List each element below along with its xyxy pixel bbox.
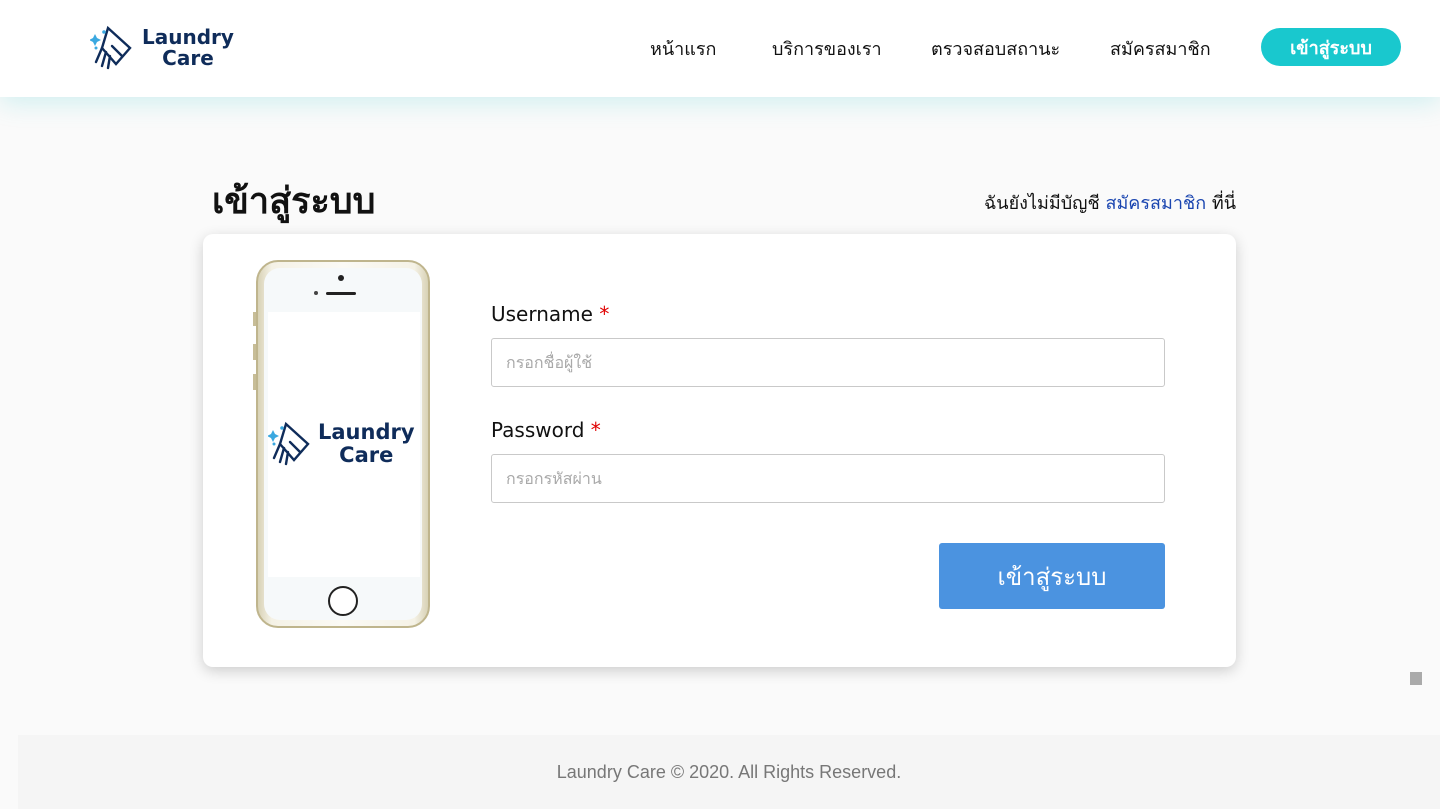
login-card: Laundry Care Username * Password * เข้าส…	[203, 234, 1236, 667]
register-hint: ฉันยังไม่มีบัญชี สมัครสมาชิก ที่นี่	[984, 188, 1236, 217]
nav-link-check-status[interactable]: ตรวจสอบสถานะ	[931, 34, 1060, 63]
phone-camera	[338, 275, 344, 281]
phone-side-button	[253, 344, 256, 360]
password-label-text: Password	[491, 418, 585, 442]
nav-link-services[interactable]: บริการของเรา	[772, 34, 882, 63]
username-input[interactable]	[491, 338, 1165, 387]
phone-home-button	[328, 586, 358, 616]
login-form: Username * Password *	[491, 302, 1165, 503]
phone-screen-logo: Laundry Care	[267, 417, 420, 471]
phone-side-button	[253, 312, 256, 326]
username-label: Username *	[491, 302, 1165, 326]
register-suffix: ที่นี่	[1211, 193, 1236, 214]
scroll-to-top-handle[interactable]	[1410, 672, 1422, 685]
password-label: Password *	[491, 418, 1165, 442]
phone-brand-line1: Laundry	[318, 420, 415, 444]
navbar: Laundry Care หน้าแรก บริการของเรา ตรวจสอ…	[0, 0, 1440, 97]
phone-side-button	[253, 374, 256, 390]
register-link[interactable]: สมัครสมาชิก	[1105, 193, 1206, 214]
login-submit-button[interactable]: เข้าสู่ระบบ	[939, 543, 1165, 609]
phone-sensor	[314, 291, 318, 295]
washing-brush-icon	[267, 417, 312, 471]
nav-link-register[interactable]: สมัครสมาชิก	[1110, 34, 1211, 63]
page-title: เข้าสู่ระบบ	[212, 181, 376, 222]
phone-brand-name: Laundry Care	[318, 421, 415, 467]
phone-speaker	[326, 292, 356, 295]
nav-link-home[interactable]: หน้าแรก	[650, 34, 716, 63]
footer: Laundry Care © 2020. All Rights Reserved…	[18, 735, 1440, 809]
required-mark: *	[590, 418, 601, 442]
phone-screen: Laundry Care	[267, 312, 420, 577]
username-label-text: Username	[491, 302, 593, 326]
password-input[interactable]	[491, 454, 1165, 503]
nav-links: หน้าแรก บริการของเรา ตรวจสอบสถานะ สมัครส…	[0, 34, 1440, 64]
phone-illustration: Laundry Care	[253, 260, 430, 628]
required-mark: *	[599, 302, 610, 326]
nav-login-button[interactable]: เข้าสู่ระบบ	[1261, 28, 1401, 66]
register-prefix: ฉันยังไม่มีบัญชี	[984, 193, 1100, 214]
password-group: Password *	[491, 418, 1165, 503]
footer-copyright: Laundry Care © 2020. All Rights Reserved…	[556, 761, 902, 782]
phone-brand-line2: Care	[339, 443, 394, 467]
